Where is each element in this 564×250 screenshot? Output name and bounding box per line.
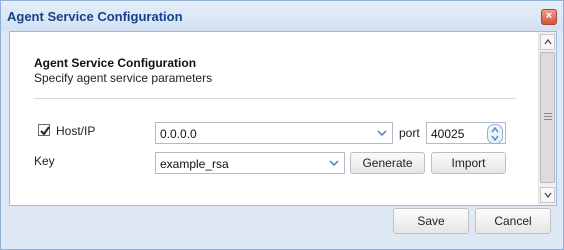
- port-spin-buttons[interactable]: [487, 124, 503, 144]
- host-dropdown-trigger[interactable]: [372, 123, 392, 143]
- window-title: Agent Service Configuration: [7, 9, 183, 24]
- divider: [34, 98, 516, 99]
- port-label: port: [399, 126, 420, 140]
- form-title: Agent Service Configuration: [34, 56, 197, 70]
- spin-up-icon[interactable]: [491, 127, 499, 133]
- form-subtitle: Specify agent service parameters: [34, 71, 213, 85]
- spin-down-icon[interactable]: [491, 135, 499, 141]
- host-value[interactable]: 0.0.0.0: [160, 127, 197, 141]
- key-label: Key: [34, 154, 55, 168]
- host-combo[interactable]: 0.0.0.0: [155, 122, 393, 144]
- import-button[interactable]: Import: [431, 152, 506, 174]
- checkmark-icon: [40, 126, 50, 136]
- close-icon[interactable]: ×: [541, 9, 557, 25]
- title-bar[interactable]: Agent Service Configuration ×: [1, 1, 563, 31]
- scroll-up-button[interactable]: [540, 34, 555, 50]
- dialog-window: Agent Service Configuration × Agent Serv…: [0, 0, 564, 250]
- save-button[interactable]: Save: [393, 208, 469, 234]
- cancel-button[interactable]: Cancel: [475, 208, 551, 234]
- form-content: Agent Service Configuration Specify agen…: [10, 32, 538, 205]
- content-panel: Agent Service Configuration Specify agen…: [9, 31, 557, 206]
- key-combo[interactable]: example_rsa: [155, 152, 345, 174]
- chevron-down-icon: [377, 130, 387, 137]
- generate-button[interactable]: Generate: [350, 152, 425, 174]
- grip-icon: [544, 113, 552, 122]
- chevron-up-icon: [544, 39, 552, 45]
- scroll-thumb[interactable]: [540, 52, 555, 183]
- port-value[interactable]: 40025: [431, 127, 464, 141]
- key-dropdown-trigger[interactable]: [324, 153, 344, 173]
- chevron-down-icon: [329, 160, 339, 167]
- chevron-down-icon: [544, 192, 552, 198]
- vertical-scrollbar[interactable]: [538, 32, 556, 205]
- key-value[interactable]: example_rsa: [160, 157, 229, 171]
- host-label: Host/IP: [56, 124, 96, 138]
- host-checkbox[interactable]: [38, 124, 50, 136]
- scroll-down-button[interactable]: [540, 187, 555, 203]
- port-spinner[interactable]: 40025: [426, 122, 506, 144]
